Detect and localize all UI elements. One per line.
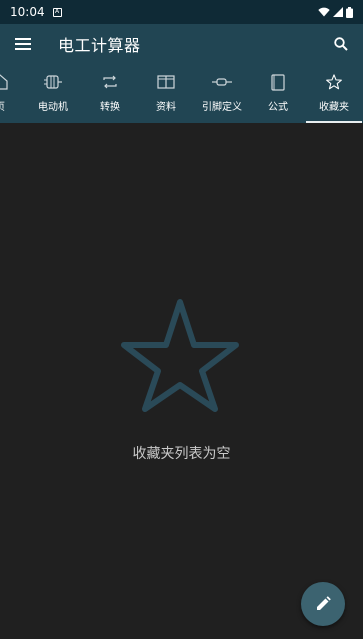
formula-book-icon bbox=[271, 72, 285, 92]
menu-button[interactable] bbox=[0, 24, 46, 64]
convert-icon bbox=[101, 72, 119, 92]
search-button[interactable] bbox=[319, 24, 363, 64]
tab-home[interactable]: 页 bbox=[0, 64, 24, 123]
tab-bar: 页 电动机 转换 bbox=[0, 64, 363, 123]
tab-convert[interactable]: 转换 bbox=[82, 64, 138, 123]
tab-label: 页 bbox=[0, 98, 5, 113]
tab-label: 引脚定义 bbox=[202, 102, 242, 113]
battery-icon bbox=[346, 6, 353, 18]
tab-favorites[interactable]: 收藏夹 bbox=[306, 64, 362, 123]
status-bar: 10:04 A bbox=[0, 0, 363, 24]
tab-label: 资料 bbox=[156, 102, 176, 113]
tab-label: 公式 bbox=[268, 102, 288, 113]
book-open-icon bbox=[157, 72, 175, 92]
signal-icon bbox=[333, 7, 343, 17]
search-icon bbox=[334, 37, 348, 51]
wifi-icon bbox=[318, 7, 330, 17]
tab-pin-definition[interactable]: 引脚定义 bbox=[194, 64, 250, 123]
app-bar: 电工计算器 bbox=[0, 24, 363, 64]
pencil-icon bbox=[317, 596, 331, 610]
motor-icon bbox=[43, 72, 63, 92]
home-icon bbox=[0, 72, 9, 92]
tab-label: 电动机 bbox=[38, 102, 68, 113]
tab-motor[interactable]: 电动机 bbox=[24, 64, 82, 123]
favorites-content: 收藏夹列表为空 bbox=[0, 123, 363, 639]
tab-formula[interactable]: 公式 bbox=[250, 64, 306, 123]
status-icons bbox=[318, 6, 353, 18]
tab-docs[interactable]: 资料 bbox=[138, 64, 194, 123]
status-time: 10:04 bbox=[10, 5, 45, 19]
pin-icon bbox=[211, 72, 233, 92]
empty-star-icon bbox=[120, 297, 240, 417]
edit-fab-button[interactable] bbox=[301, 582, 345, 626]
hamburger-icon bbox=[15, 38, 31, 50]
a-icon: A bbox=[52, 7, 62, 17]
app-title: 电工计算器 bbox=[58, 36, 141, 55]
star-icon bbox=[325, 72, 343, 92]
tab-label: 转换 bbox=[100, 102, 120, 113]
empty-message: 收藏夹列表为空 bbox=[132, 446, 231, 462]
tabs-scroller[interactable]: 页 电动机 转换 bbox=[0, 64, 362, 123]
tab-label: 收藏夹 bbox=[319, 102, 349, 113]
